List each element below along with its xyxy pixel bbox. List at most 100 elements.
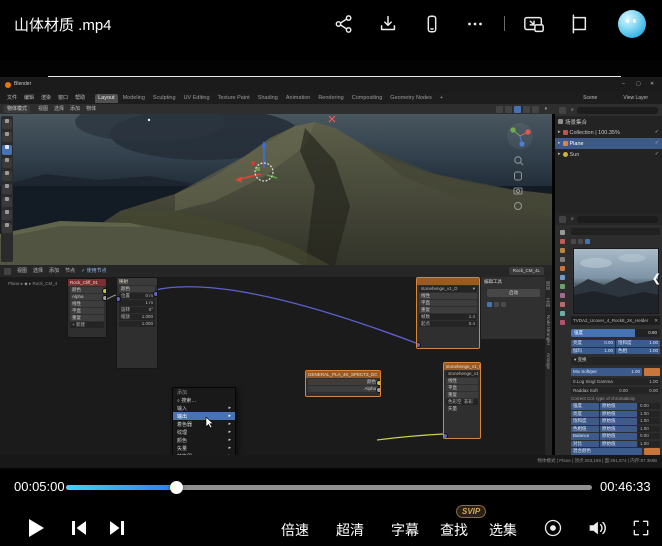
viewlayer-selector[interactable]: View Layer	[623, 95, 648, 102]
progress-thumb[interactable]	[170, 481, 183, 494]
menu-help[interactable]: 帮助	[75, 95, 85, 102]
share-icon[interactable]	[333, 13, 355, 35]
add-menu-item-texture[interactable]: 纹理▸	[173, 428, 235, 436]
tab-constraints-icon[interactable]	[560, 302, 565, 307]
node-b-field[interactable]: 位置0 m	[119, 293, 155, 299]
quality-button[interactable]: 超清	[336, 520, 364, 540]
add-menu-item-output[interactable]: 输出▸	[173, 412, 235, 420]
episodes-button[interactable]: 选集	[489, 520, 517, 540]
more-icon[interactable]	[464, 13, 486, 35]
workspace-tab-modeling[interactable]: Modeling	[120, 94, 148, 103]
cc-row[interactable]: 强度原始值0.00	[571, 403, 660, 410]
npanel-toggle[interactable]	[501, 302, 506, 307]
cc-row[interactable]: 亮度原始值1.00	[571, 411, 660, 418]
properties-search-input[interactable]	[577, 216, 658, 223]
visibility-icon[interactable]: ✓	[655, 140, 659, 147]
menu-file[interactable]: 文件	[7, 95, 17, 102]
tab-render-icon[interactable]	[560, 230, 565, 235]
filter-icon[interactable]	[559, 107, 566, 114]
tool-measure[interactable]	[2, 210, 12, 220]
workspace-tab-add[interactable]: +	[437, 94, 446, 103]
node-image-texture-c[interactable]: stonehenge_v1_D▾ 线性 平直 重复 帧数1.4 起点0.4	[416, 277, 480, 349]
tab-output-icon[interactable]	[560, 239, 565, 244]
viewport-menu-add[interactable]: 添加	[70, 106, 80, 113]
npanel-launch-button[interactable]: 启动	[487, 289, 540, 297]
speed-button[interactable]: 倍速	[281, 520, 309, 540]
node-b-field[interactable]: 1 m	[119, 300, 155, 306]
minimize-icon[interactable]: –	[622, 81, 625, 88]
snap-icon[interactable]	[496, 106, 503, 113]
cc-row[interactable]: 饱和度原始值1.00	[571, 418, 660, 425]
volume-icon[interactable]	[586, 517, 608, 539]
visibility-icon[interactable]: ✓	[655, 151, 659, 158]
overlays-icon[interactable]	[514, 106, 521, 113]
workspace-tab-layout[interactable]: Layout	[95, 94, 118, 103]
tab-viewlayer-icon[interactable]	[560, 248, 565, 253]
field-gamma[interactable]: 伽玛1.00	[571, 348, 615, 355]
cc-row[interactable]: Balance原始值0.00	[571, 433, 660, 440]
unlink-image-icon[interactable]: ✕	[654, 316, 658, 325]
socket-vector-in[interactable]	[416, 342, 421, 348]
tab-material-icon[interactable]	[560, 320, 565, 325]
menu-window[interactable]: 窗口	[58, 95, 68, 102]
progress-track[interactable]	[66, 485, 592, 490]
node-image-texture-a[interactable]: Rock_Cliff_01 颜色 Alpha 线性 平直 重复 + 新建	[67, 278, 107, 338]
workspace-tab-texturepaint[interactable]: Texture Paint	[215, 94, 253, 103]
previous-button[interactable]	[69, 519, 89, 537]
pip-icon[interactable]	[522, 13, 546, 35]
use-nodes-toggle[interactable]: ✓ 使用节点	[81, 268, 107, 275]
shader-menu-view[interactable]: 视图	[17, 268, 27, 275]
record-icon[interactable]	[543, 518, 563, 538]
toggle-icon[interactable]	[578, 239, 583, 244]
viewport-3d[interactable]: Shift A	[0, 114, 552, 265]
toggle-icon[interactable]	[585, 239, 590, 244]
toggle-icon[interactable]	[571, 239, 576, 244]
outliner-root-row[interactable]: 场景集合	[555, 116, 662, 127]
xray-icon[interactable]	[523, 106, 530, 113]
workspace-tab-animation[interactable]: Animation	[283, 94, 313, 103]
socket-alpha-out[interactable]	[376, 387, 381, 393]
tool-add-primitive[interactable]	[2, 223, 12, 233]
node-c-pair[interactable]: 起点0.4	[419, 321, 477, 327]
tool-scale[interactable]	[2, 171, 12, 181]
workspace-tab-sculpting[interactable]: Sculpting	[150, 94, 179, 103]
npanel-toggle[interactable]	[494, 302, 499, 307]
cc-row[interactable]: 对比原始值1.00	[571, 441, 660, 448]
npanel-tab-item[interactable]: 项目	[544, 281, 552, 290]
tool-transform[interactable]	[2, 184, 12, 194]
node-a-new-image[interactable]: + 新建	[70, 322, 104, 328]
viewport-menu-view[interactable]: 视图	[38, 106, 48, 113]
mix-color-swatch[interactable]	[644, 368, 660, 376]
next-button[interactable]	[107, 519, 127, 537]
tool-rotate[interactable]	[2, 158, 12, 168]
shader-menu-add[interactable]: 添加	[49, 268, 59, 275]
add-menu-item-vector[interactable]: 矢量▸	[173, 444, 235, 452]
outliner-search-input[interactable]	[577, 107, 658, 114]
node-mapping[interactable]: 映射 颜色 位置0 m 1 m 旋转0° 缩放1.000 1.000	[116, 277, 158, 369]
field-hue[interactable]: 色相1.00	[616, 348, 660, 355]
visibility-icon[interactable]: ✓	[655, 129, 659, 136]
panel-handle-icon[interactable]: ❮	[652, 272, 661, 285]
tool-select[interactable]	[2, 119, 12, 129]
node-c-image[interactable]: stonehenge_v1_D▾	[419, 286, 477, 292]
outliner-plane-row-selected[interactable]: ▸ Plane ✓	[555, 138, 662, 149]
properties-filter-icon[interactable]	[559, 216, 566, 223]
tool-move-active[interactable]	[2, 145, 12, 155]
socket-vector-in[interactable]	[443, 433, 448, 439]
shader-editor-canvas[interactable]: Plane ▸ ◆ ▸ Rock_CM_4 Rock_Cliff_01 颜色 A…	[0, 277, 552, 455]
search-icon[interactable]: ⌕	[571, 107, 574, 114]
mode-dropdown[interactable]: 物体模式	[4, 105, 30, 113]
node-image-texture-e[interactable]: GENERAL_PLA_4K_SPECT3_DC 颜色 Alpha	[305, 370, 381, 397]
socket-alpha-out[interactable]	[102, 295, 107, 301]
add-menu-item-shader[interactable]: 着色器▸	[173, 420, 235, 428]
shader-menu-select[interactable]: 选择	[33, 268, 43, 275]
scene-selector[interactable]: Scene	[583, 95, 597, 102]
video-frame[interactable]: Blender – ▢ ✕ 文件 编辑 渲染 窗口 帮助 Layout Mode…	[0, 60, 662, 470]
cast-screen-icon[interactable]	[566, 13, 590, 35]
socket-vector-out[interactable]	[153, 291, 158, 297]
tab-physics-icon[interactable]	[560, 293, 565, 298]
node-b-field[interactable]: 缩放1.000	[119, 314, 155, 320]
workspace-tab-shading[interactable]: Shading	[255, 94, 281, 103]
node-d-image[interactable]: stonehenge_v1_N	[446, 371, 478, 377]
maximize-icon[interactable]: ▢	[636, 81, 641, 88]
